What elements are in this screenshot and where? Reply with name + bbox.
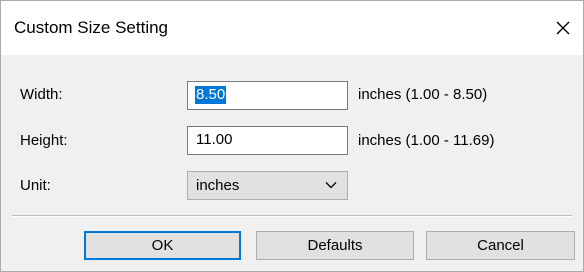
close-icon — [556, 21, 570, 35]
close-button[interactable] — [543, 5, 583, 51]
defaults-button[interactable]: Defaults — [256, 231, 414, 260]
title-bar: Custom Size Setting — [1, 1, 583, 55]
width-field[interactable]: 8.50 — [187, 81, 348, 110]
chevron-down-icon — [325, 182, 337, 189]
height-range-label: inches (1.00 - 11.69) — [358, 132, 495, 149]
cancel-button[interactable]: Cancel — [426, 231, 575, 260]
unit-selected-value: inches — [196, 177, 240, 194]
unit-label: Unit: — [20, 177, 51, 194]
custom-size-dialog: Custom Size Setting Width: 8.50 inches (… — [0, 0, 584, 272]
width-label: Width: — [20, 86, 63, 103]
height-value: 11.00 — [196, 131, 233, 148]
width-value: 8.50 — [195, 86, 227, 104]
width-range-label: inches (1.00 - 8.50) — [358, 86, 488, 103]
height-field[interactable]: 11.00 — [187, 126, 348, 155]
unit-select[interactable]: inches — [187, 171, 348, 200]
dialog-title: Custom Size Setting — [14, 18, 169, 37]
ok-button[interactable]: OK — [84, 231, 241, 260]
separator — [12, 215, 572, 217]
height-label: Height: — [20, 132, 68, 149]
